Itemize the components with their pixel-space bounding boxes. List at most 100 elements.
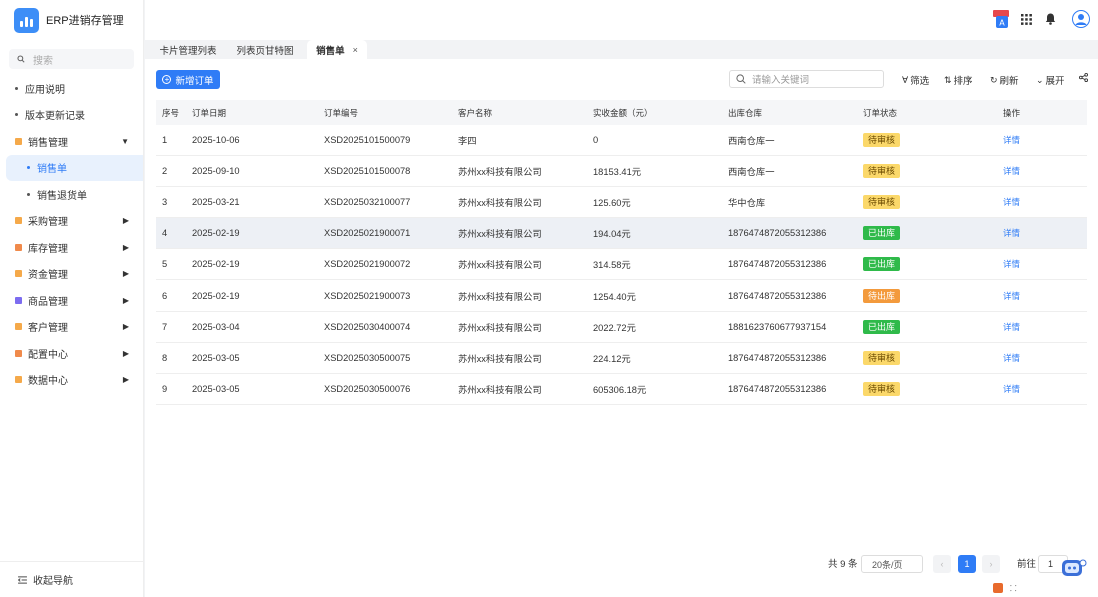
main-panel: + 新增订单 请输入关键词 ∀ 筛选 ⇅ 排序 ↻ 刷新 ⌄ 展开 序号 订单日期 订单编号… [145, 59, 1098, 597]
table-cell: 已出库 [863, 257, 1003, 272]
menu-group-icon [15, 376, 22, 384]
table-row[interactable]: 2 2025-09-10 XSD2025101500078 苏州xx科技有限公司 181… [156, 156, 1087, 188]
add-order-button[interactable]: + 新增订单 [156, 70, 220, 89]
next-page-button[interactable]: › [982, 555, 1000, 573]
sidebar-item-1[interactable]: 版本更新记录 [0, 102, 143, 129]
status-badge: 已出库 [863, 226, 901, 241]
sidebar-item-11[interactable]: 数据中心 ▶ [0, 367, 143, 394]
status-badge: 待审核 [863, 133, 901, 148]
sidebar-item-2[interactable]: 销售管理 ▼ [0, 128, 143, 155]
table-row[interactable]: 5 2025-02-19 XSD2025021900072 苏州xx科技有限公司 314… [156, 249, 1087, 281]
table-cell: 苏州xx科技有限公司 [458, 353, 542, 364]
page-number: 1 [964, 559, 970, 569]
column-header: 实收金额（元） [593, 107, 653, 118]
detail-link[interactable]: 详情 [1003, 135, 1020, 145]
column-header: 出库仓库 [728, 107, 763, 118]
total-count: 共 9 条 [828, 559, 858, 570]
sidebar-menu: 应用说明 版本更新记录 销售管理 ▼ 销售单销售退货单采购管理 ▶ 库存管理 ▶ 资金管理 ▶ 商品… [0, 75, 143, 393]
detail-link[interactable]: 详情 [1003, 353, 1020, 363]
sidebar-item-10[interactable]: 配置中心 ▶ [0, 340, 143, 367]
tab-gantt-list[interactable]: 列表页甘特图 [229, 40, 301, 59]
tab-card-list[interactable]: 卡片管理列表 [153, 40, 223, 59]
app-logo-row: ERP进销存管理 [0, 0, 143, 40]
avatar[interactable] [1072, 10, 1090, 31]
sidebar-item-label: 销售退货单 [37, 190, 87, 202]
table-row[interactable]: 4 2025-02-19 XSD2025021900071 苏州xx科技有限公司 194… [156, 218, 1087, 250]
search-icon [736, 74, 746, 84]
table-cell: 待出库 [863, 288, 1003, 303]
table-cell: 1876474872055312386 [728, 228, 827, 239]
detail-link[interactable]: 详情 [1003, 384, 1020, 394]
table-body: 1 2025-10-06 XSD2025101500079 李四 0 西南仓库一 待审核 详情… [156, 125, 1087, 405]
sort-button[interactable]: ⇅ 排序 [944, 73, 973, 88]
menu-group-icon [15, 323, 22, 331]
detail-link[interactable]: 详情 [1003, 166, 1020, 176]
detail-link[interactable]: 详情 [1003, 197, 1020, 207]
keyword-search-input[interactable]: 请输入关键词 [729, 70, 884, 88]
detail-link[interactable]: 详情 [1003, 291, 1020, 301]
menu-group-icon [15, 349, 22, 357]
table-cell: 2025-03-04 [192, 321, 240, 332]
menu-group-icon [15, 217, 22, 225]
top-header: A [145, 0, 1098, 40]
table-row[interactable]: 7 2025-03-04 XSD2025030400074 苏州xx科技有限公司 202… [156, 312, 1087, 343]
page-size-select[interactable]: 20条/页 [861, 555, 923, 573]
sidebar-item-0[interactable]: 应用说明 [0, 75, 143, 102]
sidebar-item-6[interactable]: 库存管理 ▶ [0, 234, 143, 261]
table-cell: 7 [162, 321, 168, 332]
sidebar-item-5[interactable]: 采购管理 ▶ [0, 208, 143, 235]
expand-button[interactable]: ⌄ 展开 [1036, 73, 1065, 88]
refresh-button[interactable]: ↻ 刷新 [990, 73, 1019, 88]
page-1-button[interactable]: 1 [958, 555, 976, 573]
translate-icon[interactable]: A [993, 10, 1009, 31]
sidebar: ERP进销存管理 搜索 应用说明 版本更新记录 销售管理 ▼ 销售单销售退货单采购管理 ▶… [0, 0, 144, 597]
chevron-left-icon: ‹ [940, 559, 944, 569]
sidebar-search-input[interactable]: 搜索 [9, 49, 134, 69]
sort-icon: ⇅ [944, 74, 952, 85]
table-cell: 4 [162, 228, 168, 239]
table-row[interactable]: 1 2025-10-06 XSD2025101500079 李四 0 西南仓库一 待审核 详情 [156, 125, 1087, 157]
table-row[interactable]: 8 2025-03-05 XSD2025030500075 苏州xx科技有限公司 224… [156, 343, 1087, 374]
table-cell: 8 [162, 352, 168, 363]
sidebar-item-8[interactable]: 商品管理 ▶ [0, 287, 143, 314]
table-row[interactable]: 9 2025-03-05 XSD2025030500076 苏州xx科技有限公司 605… [156, 374, 1087, 405]
sidebar-item-9[interactable]: 客户管理 ▶ [0, 314, 143, 341]
table-cell: 苏州xx科技有限公司 [458, 260, 542, 271]
table-cell: 1876474872055312386 [728, 259, 827, 270]
detail-link[interactable]: 详情 [1003, 228, 1020, 238]
caret-down-icon: ▼ [121, 136, 129, 146]
table-cell: 苏州xx科技有限公司 [458, 384, 542, 395]
sidebar-item-label: 客户管理 [28, 323, 68, 335]
tab-sales-order[interactable]: 销售单 × [307, 40, 367, 59]
table-cell: 2025-03-05 [192, 383, 240, 394]
table-cell: 3 [162, 197, 168, 208]
table-cell: 详情 [1003, 352, 1087, 364]
collapse-nav-label: 收起导航 [33, 576, 73, 587]
status-badge: 待审核 [863, 164, 901, 179]
prev-page-button[interactable]: ‹ [933, 555, 951, 573]
table-cell: 西南仓库一 [728, 136, 775, 147]
table-cell: XSD2025021900073 [324, 290, 411, 301]
collapse-nav-button[interactable]: 收起导航 [0, 561, 144, 597]
sidebar-item-label: 库存管理 [28, 243, 68, 255]
table-row[interactable]: 6 2025-02-19 XSD2025021900073 苏州xx科技有限公司 125… [156, 280, 1087, 312]
table-cell: 苏州xx科技有限公司 [458, 229, 542, 240]
table-row[interactable]: 3 2025-03-21 XSD2025032100077 苏州xx科技有限公司 125… [156, 187, 1087, 219]
close-tab-icon[interactable]: × [353, 45, 358, 55]
table-cell: 待审核 [863, 133, 1003, 148]
filter-label: 筛选 [910, 76, 930, 87]
detail-link[interactable]: 详情 [1003, 259, 1020, 269]
sidebar-item-3[interactable]: 销售单 [6, 154, 143, 181]
status-badge: 已出库 [863, 319, 901, 334]
filter-button[interactable]: ∀ 筛选 [902, 73, 930, 88]
sidebar-item-4[interactable]: 销售退货单 [0, 181, 143, 208]
assistant-widget-icon[interactable] [1059, 557, 1087, 583]
apps-grid-icon[interactable] [1021, 14, 1032, 28]
share-icon[interactable] [1079, 73, 1088, 82]
sidebar-item-7[interactable]: 资金管理 ▶ [0, 261, 143, 288]
detail-link[interactable]: 详情 [1003, 322, 1020, 332]
bell-icon[interactable] [1045, 13, 1056, 28]
table-cell: 详情 [1003, 134, 1087, 146]
table-cell: 详情 [1003, 227, 1087, 239]
status-badge: 待审核 [863, 195, 901, 210]
